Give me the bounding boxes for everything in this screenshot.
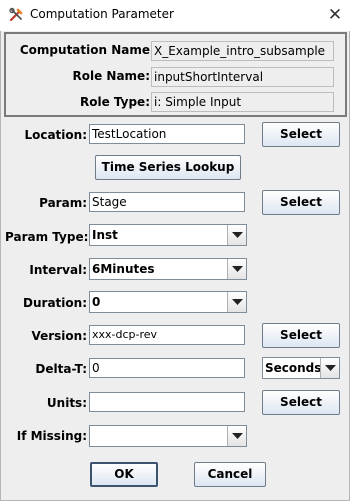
dialog-body: Computation Name X_Example_intro_subsamp…: [0, 31, 350, 501]
window-title: Computation Parameter: [30, 7, 174, 21]
role-type-label: Role Type:: [79, 95, 150, 109]
ok-button[interactable]: OK: [90, 462, 158, 487]
chevron-down-icon[interactable]: [227, 292, 246, 312]
interval-label: Interval:: [29, 263, 87, 277]
if-missing-dropdown[interactable]: [89, 425, 247, 447]
version-field[interactable]: xxx-dcp-rev: [89, 325, 245, 345]
version-select-button[interactable]: Select: [262, 323, 340, 348]
location-field[interactable]: TestLocation: [89, 124, 245, 144]
title-bar[interactable]: Computation Parameter ✕: [0, 0, 350, 31]
duration-value: 0: [92, 295, 101, 309]
if-missing-label: If Missing:: [16, 429, 87, 443]
param-type-dropdown[interactable]: Inst: [89, 224, 247, 246]
duration-label: Duration:: [23, 296, 87, 310]
role-name-label: Role Name:: [72, 69, 151, 83]
param-type-value: Inst: [92, 228, 118, 242]
param-type-label: Param Type:: [5, 230, 89, 244]
delta-t-units-dropdown[interactable]: Seconds: [262, 357, 340, 379]
delta-t-field[interactable]: 0: [89, 358, 245, 378]
version-label: Version:: [31, 329, 87, 343]
cancel-button[interactable]: Cancel: [194, 462, 266, 487]
delta-t-units-value: Seconds: [265, 361, 322, 375]
computation-info-panel: Computation Name X_Example_intro_subsamp…: [4, 32, 347, 117]
location-select-button[interactable]: Select: [262, 122, 340, 147]
delta-t-label: Delta-T:: [35, 362, 87, 376]
param-label: Param:: [39, 196, 87, 210]
units-select-button[interactable]: Select: [262, 390, 340, 415]
computation-name-label: Computation Name: [19, 43, 150, 57]
chevron-down-icon[interactable]: [227, 225, 246, 245]
chevron-down-icon[interactable]: [227, 259, 246, 279]
chevron-down-icon[interactable]: [227, 426, 246, 446]
role-type-field: i: Simple Input: [151, 92, 334, 112]
duration-dropdown[interactable]: 0: [89, 291, 247, 313]
chevron-down-icon[interactable]: [320, 358, 339, 378]
role-name-field: inputShortInterval: [151, 67, 334, 87]
units-field[interactable]: [89, 392, 245, 412]
close-icon[interactable]: ✕: [322, 3, 348, 27]
location-label: Location:: [24, 128, 87, 142]
units-label: Units:: [46, 396, 87, 410]
tools-icon: [8, 7, 24, 23]
interval-value: 6Minutes: [92, 262, 155, 276]
param-select-button[interactable]: Select: [262, 190, 340, 215]
time-series-lookup-button[interactable]: Time Series Lookup: [95, 155, 241, 180]
param-field[interactable]: Stage: [89, 192, 245, 212]
computation-name-field: X_Example_intro_subsample: [151, 41, 334, 61]
interval-dropdown[interactable]: 6Minutes: [89, 258, 247, 280]
